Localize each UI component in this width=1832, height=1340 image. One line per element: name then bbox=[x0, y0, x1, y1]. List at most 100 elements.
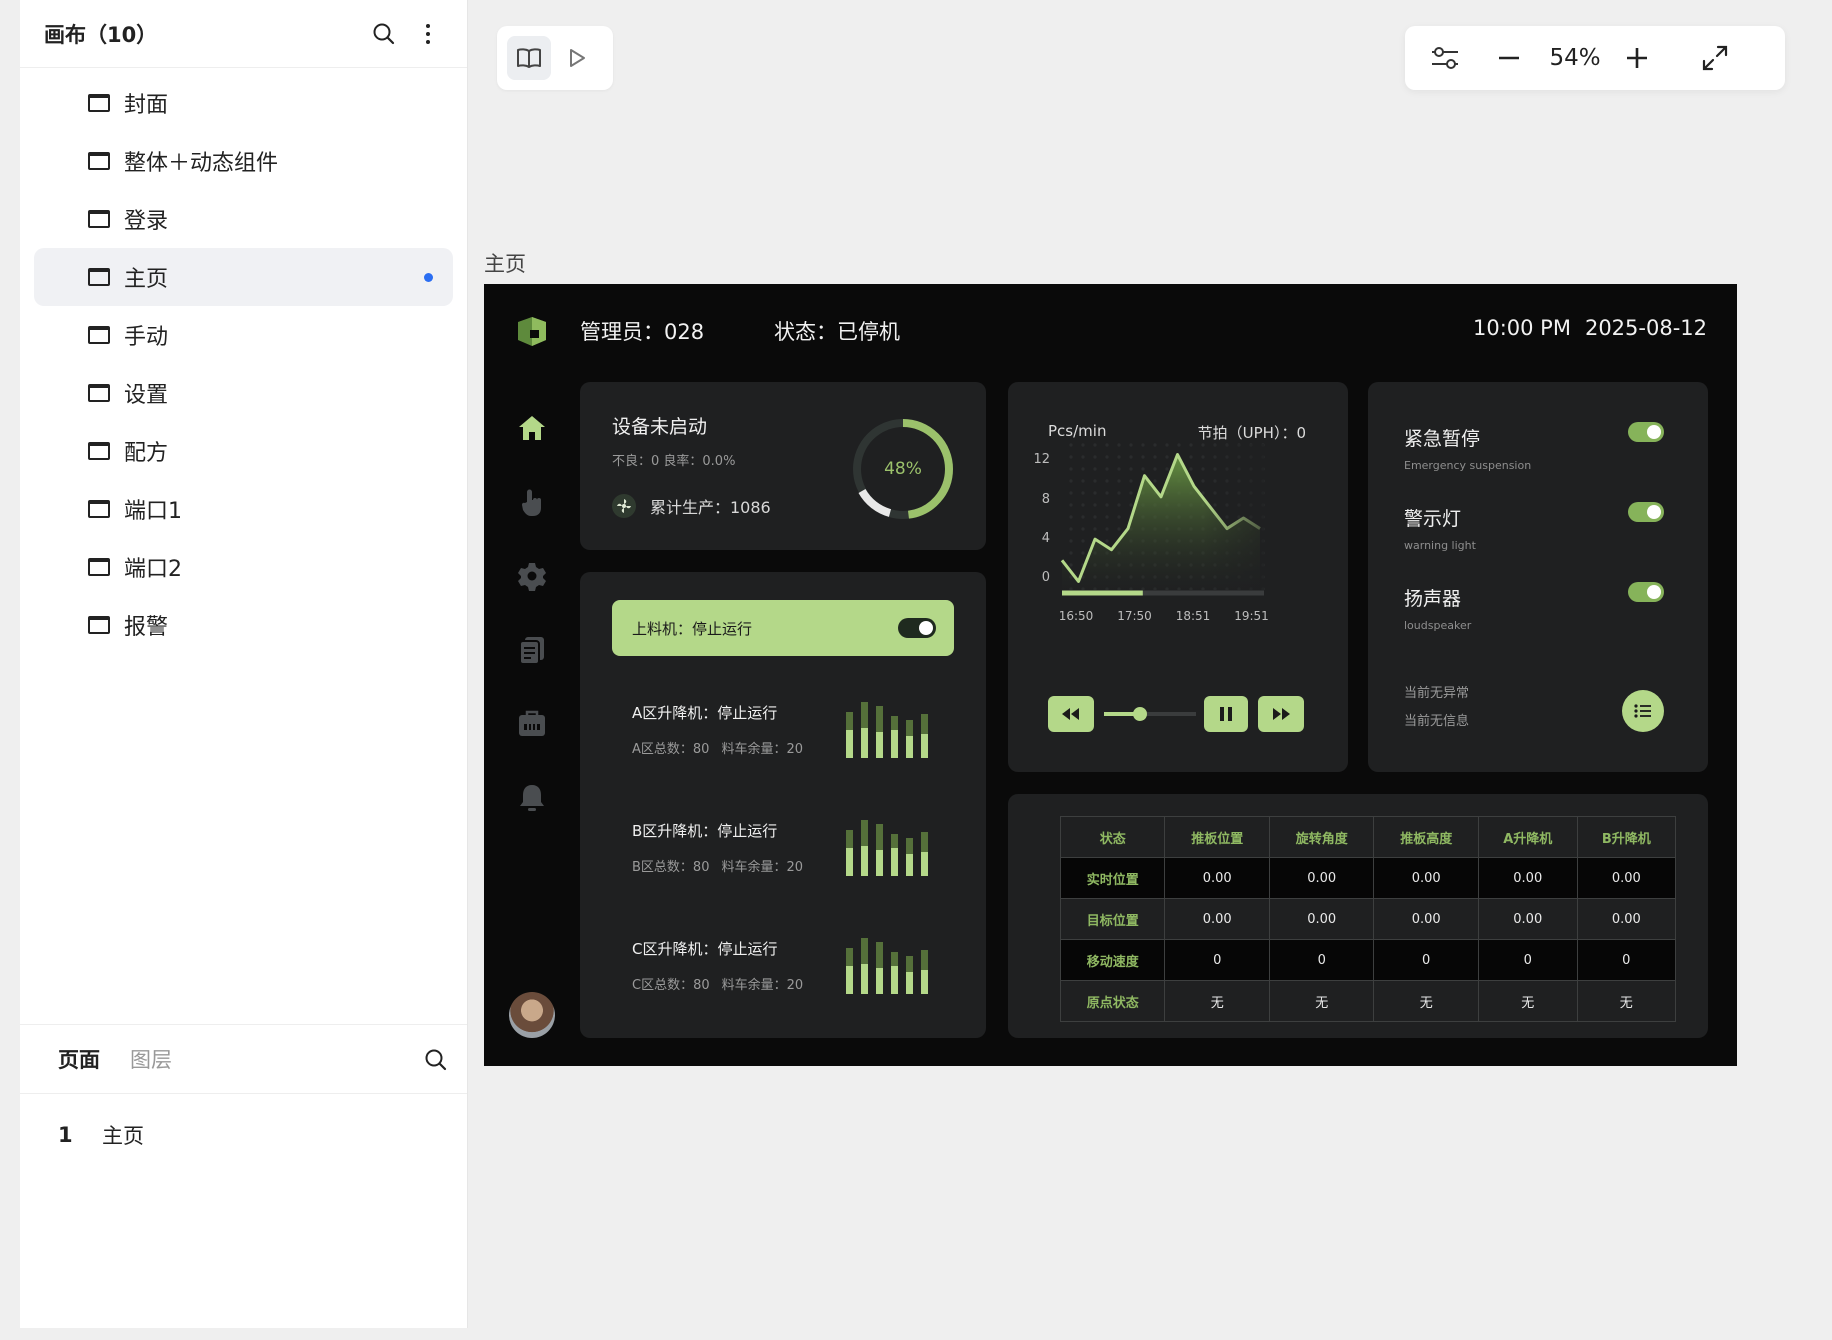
layer-name: 主页 bbox=[102, 1124, 144, 1148]
fast-forward-button[interactable] bbox=[1258, 696, 1304, 732]
page-item[interactable]: 封面 bbox=[34, 74, 453, 132]
mode-toolbar bbox=[497, 26, 613, 90]
page-item[interactable]: 报警 bbox=[34, 596, 453, 654]
table-cell: 无 bbox=[1477, 980, 1578, 1022]
position-table: 状态 推板位置 旋转角度 推板高度 A升降机 B升降机 实时位置 0.00 0.00 0.00 0… bbox=[1059, 816, 1677, 1022]
user-avatar[interactable] bbox=[509, 992, 555, 1038]
zoom-out-icon[interactable] bbox=[1487, 36, 1531, 80]
lift-bars-icon bbox=[846, 702, 928, 758]
page-item[interactable]: 手动 bbox=[34, 306, 453, 364]
fullscreen-icon[interactable] bbox=[1693, 36, 1737, 80]
frame-label: 主页 bbox=[484, 252, 526, 276]
dashboard-frame[interactable]: 管理员：028 状态：已停机 10:00 PM 2025-08-12 设备未启动 … bbox=[484, 284, 1737, 1066]
frame-icon bbox=[88, 94, 110, 112]
alarm-item: 警示灯 warning light bbox=[1404, 502, 1674, 552]
page-item[interactable]: 配方 bbox=[34, 422, 453, 480]
tab-layers[interactable]: 图层 bbox=[130, 1044, 172, 1074]
lift-stats: B区总数：80 料车余量：20 bbox=[632, 856, 803, 875]
list-icon[interactable] bbox=[1622, 690, 1664, 732]
table-cell: 0.00 bbox=[1576, 898, 1677, 940]
page-item[interactable]: 整体＋动态组件 bbox=[34, 132, 453, 190]
active-indicator bbox=[424, 273, 433, 282]
datetime: 10:00 PM 2025-08-12 bbox=[1473, 316, 1707, 340]
lift-bar-fill bbox=[921, 852, 928, 876]
tab-pages[interactable]: 页面 bbox=[58, 1044, 100, 1074]
table-cell: 0.00 bbox=[1164, 898, 1270, 940]
gear-icon[interactable] bbox=[514, 558, 550, 594]
toolbox-icon[interactable] bbox=[514, 706, 550, 742]
alarm-item: 紧急暂停 Emergency suspension bbox=[1404, 422, 1674, 472]
page-item[interactable]: 端口1 bbox=[34, 480, 453, 538]
lift-bar-fill bbox=[876, 968, 883, 994]
alarm-card: 紧急暂停 Emergency suspension 警示灯 warning light… bbox=[1368, 382, 1708, 772]
table-cell: 无 bbox=[1268, 980, 1375, 1022]
accumulated-output: 累计生产：1086 bbox=[612, 494, 771, 518]
page-item[interactable]: 设置 bbox=[34, 364, 453, 422]
lift-row: A区升降机：停止运行 A区总数：80 料车余量：20 bbox=[632, 702, 962, 772]
lift-total: C区总数：80 bbox=[632, 978, 710, 993]
home-icon[interactable] bbox=[514, 410, 550, 446]
lift-bar-fill bbox=[861, 964, 868, 994]
dashboard-header: 管理员：028 状态：已停机 10:00 PM 2025-08-12 bbox=[484, 284, 1737, 380]
frame-icon bbox=[88, 500, 110, 518]
alarm-toggle[interactable] bbox=[1628, 582, 1664, 602]
feeder-toggle[interactable] bbox=[898, 618, 936, 638]
lift-bar-fill bbox=[846, 966, 853, 994]
frame-icon bbox=[88, 268, 110, 286]
pause-button[interactable] bbox=[1204, 696, 1248, 732]
row-header: 目标位置 bbox=[1059, 898, 1166, 940]
frame-icon bbox=[88, 326, 110, 344]
lift-bar-fill bbox=[876, 732, 883, 758]
page-item-label: 登录 bbox=[124, 209, 169, 234]
zoom-level[interactable]: 54% bbox=[1535, 45, 1615, 71]
zoom-in-icon[interactable] bbox=[1615, 36, 1659, 80]
page-item[interactable]: 主页 bbox=[34, 248, 453, 306]
rewind-button[interactable] bbox=[1048, 696, 1094, 732]
layer-index: 1 bbox=[58, 1123, 73, 1147]
lift-bar-fill bbox=[921, 734, 928, 758]
play-icon[interactable] bbox=[555, 36, 599, 80]
lift-bar-fill bbox=[891, 730, 898, 758]
document-icon[interactable] bbox=[514, 632, 550, 668]
table-cell: 无 bbox=[1576, 980, 1677, 1022]
table-row: 目标位置 0.00 0.00 0.00 0.00 0.00 bbox=[1059, 898, 1677, 940]
hand-pointer-icon[interactable] bbox=[514, 484, 550, 520]
more-vertical-icon[interactable] bbox=[413, 19, 443, 49]
lift-total: B区总数：80 bbox=[632, 860, 710, 875]
lift-bar-fill bbox=[846, 848, 853, 876]
page-item-label: 设置 bbox=[124, 383, 169, 408]
layer-search-icon[interactable] bbox=[421, 1045, 451, 1075]
alarm-subtitle: Emergency suspension bbox=[1404, 459, 1532, 472]
adjust-settings-icon[interactable] bbox=[1423, 36, 1467, 80]
lift-row: C区升降机：停止运行 C区总数：80 料车余量：20 bbox=[632, 938, 962, 1008]
layer-row[interactable]: 1 主页 bbox=[58, 1120, 144, 1150]
x-tick-label: 18:51 bbox=[1176, 609, 1211, 623]
table-header: 旋转角度 bbox=[1268, 816, 1375, 858]
lift-bars-icon bbox=[846, 820, 928, 876]
alarm-toggle[interactable] bbox=[1628, 422, 1664, 442]
y-tick-label: 4 bbox=[1042, 531, 1050, 546]
table-cell: 无 bbox=[1164, 980, 1270, 1022]
lift-name: A区升降机：停止运行 bbox=[632, 704, 778, 722]
y-tick-label: 12 bbox=[1033, 452, 1050, 467]
frame-icon bbox=[88, 442, 110, 460]
table-header: 推板高度 bbox=[1373, 816, 1479, 858]
table-header: A升降机 bbox=[1477, 816, 1578, 858]
page-item[interactable]: 登录 bbox=[34, 190, 453, 248]
bell-icon[interactable] bbox=[514, 780, 550, 816]
table-cell: 无 bbox=[1373, 980, 1479, 1022]
page-item[interactable]: 端口2 bbox=[34, 538, 453, 596]
sidebar-header: 画布（10） bbox=[20, 0, 467, 68]
book-icon[interactable] bbox=[507, 36, 551, 80]
search-icon[interactable] bbox=[369, 19, 399, 49]
playback-slider[interactable] bbox=[1104, 704, 1196, 724]
alarm-subtitle: loudspeaker bbox=[1404, 619, 1472, 632]
row-header: 移动速度 bbox=[1059, 939, 1166, 981]
feeder-status[interactable]: 上料机：停止运行 bbox=[612, 600, 954, 656]
lift-bar-fill bbox=[861, 846, 868, 876]
lift-bars-icon bbox=[846, 938, 928, 994]
lift-bar-fill bbox=[891, 848, 898, 876]
page-item-label: 配方 bbox=[124, 441, 169, 466]
alarm-toggle[interactable] bbox=[1628, 502, 1664, 522]
fan-icon bbox=[612, 494, 636, 518]
